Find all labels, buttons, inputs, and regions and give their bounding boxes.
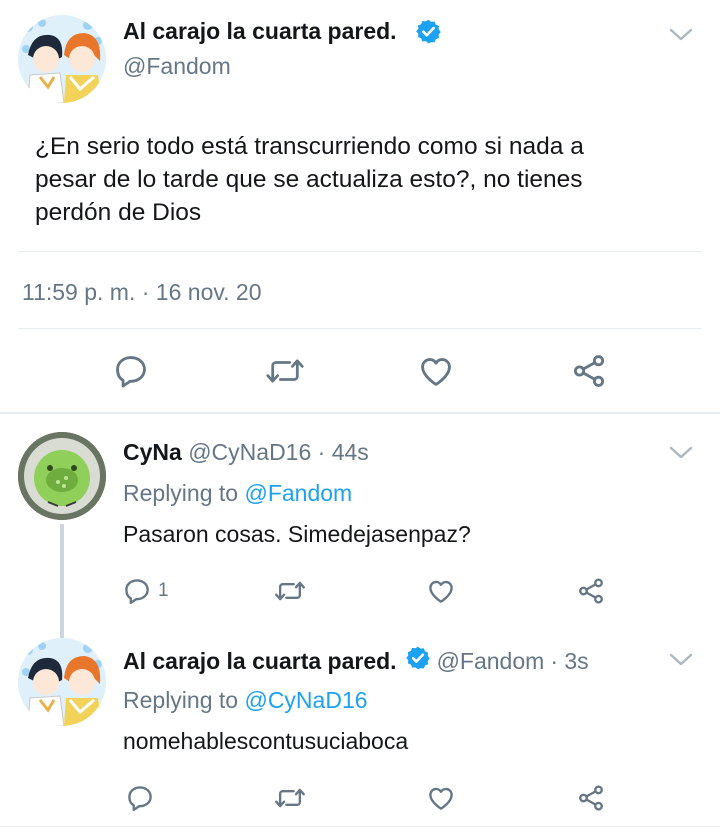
chevron-down-icon[interactable]	[668, 651, 694, 669]
display-name[interactable]: Al carajo la cuarta pared.	[123, 18, 397, 45]
reply-icon	[128, 786, 152, 812]
retweet-icon	[275, 581, 305, 601]
retweet-icon	[266, 359, 304, 383]
tweet-text: Pasaron cosas. Simedejasenpaz?	[123, 521, 471, 547]
retweet-button[interactable]	[274, 576, 306, 606]
tweet-time[interactable]: · 3s	[550, 648, 588, 675]
timestamp[interactable]: 11:59 p. m. · 16 nov. 20	[22, 279, 262, 306]
tweet-text: ¿En serio todo está transcurriendo como …	[35, 130, 584, 229]
tweet-text-line: ¿En serio todo está transcurriendo como …	[35, 133, 584, 160]
tweet-header: Al carajo la cuarta pared. @Fandom · 3s	[123, 645, 589, 677]
replying-to-label: Replying to	[123, 687, 239, 713]
avatar-image	[18, 638, 106, 726]
like-button[interactable]	[416, 352, 456, 390]
replying-to: Replying to @CyNaD16	[123, 687, 368, 714]
handle[interactable]: @CyNaD16	[188, 439, 311, 465]
divider	[18, 328, 702, 329]
display-name[interactable]: Al carajo la cuarta pared.	[123, 648, 397, 675]
share-icon	[573, 355, 605, 387]
tweet-text-line: pesar de lo tarde que se actualiza esto?…	[35, 166, 583, 193]
replying-to-link[interactable]: @CyNaD16	[244, 687, 367, 713]
reply-button[interactable]: 1	[122, 576, 169, 606]
replying-to: Replying to @Fandom	[123, 480, 352, 507]
chevron-down-icon[interactable]	[668, 26, 694, 44]
avatar-image	[18, 432, 106, 520]
like-button[interactable]	[425, 783, 457, 813]
reply-button[interactable]	[112, 352, 150, 390]
share-icon	[579, 578, 603, 604]
section-divider	[0, 412, 720, 414]
like-icon	[429, 787, 453, 810]
tweet-text-line: perdón de Dios	[35, 199, 202, 226]
avatar-image	[18, 15, 106, 103]
like-icon	[421, 358, 451, 386]
section-divider	[0, 826, 720, 827]
avatar[interactable]	[18, 638, 106, 726]
share-button[interactable]	[575, 783, 607, 813]
tweet-header: CyNa @CyNaD16 · 44s	[123, 439, 369, 466]
reply-icon	[116, 356, 146, 388]
share-button[interactable]	[569, 352, 609, 390]
handle[interactable]: @Fandom	[437, 648, 545, 675]
reply-button[interactable]	[125, 783, 155, 813]
share-icon	[579, 785, 603, 811]
retweet-button[interactable]	[274, 783, 306, 813]
handle[interactable]: @Fandom	[123, 53, 231, 80]
verified-badge-icon	[405, 645, 431, 677]
chevron-down-icon[interactable]	[668, 444, 694, 462]
tweet-text: nomehablescontusuciaboca	[123, 728, 409, 754]
avatar[interactable]	[18, 15, 106, 103]
divider	[18, 251, 702, 252]
reply-icon	[125, 579, 149, 605]
like-icon	[429, 580, 453, 603]
replying-to-label: Replying to	[123, 480, 239, 506]
reply-count: 1	[158, 580, 169, 601]
verified-badge-icon	[415, 18, 442, 50]
like-button[interactable]	[425, 576, 457, 606]
share-button[interactable]	[575, 576, 607, 606]
thread-line	[60, 524, 64, 642]
replying-to-link[interactable]: @Fandom	[244, 480, 352, 506]
retweet-icon	[275, 788, 305, 808]
tweet-time[interactable]: · 44s	[318, 439, 369, 465]
display-name[interactable]: CyNa	[123, 439, 182, 465]
retweet-button[interactable]	[265, 352, 305, 390]
avatar[interactable]	[18, 432, 106, 520]
